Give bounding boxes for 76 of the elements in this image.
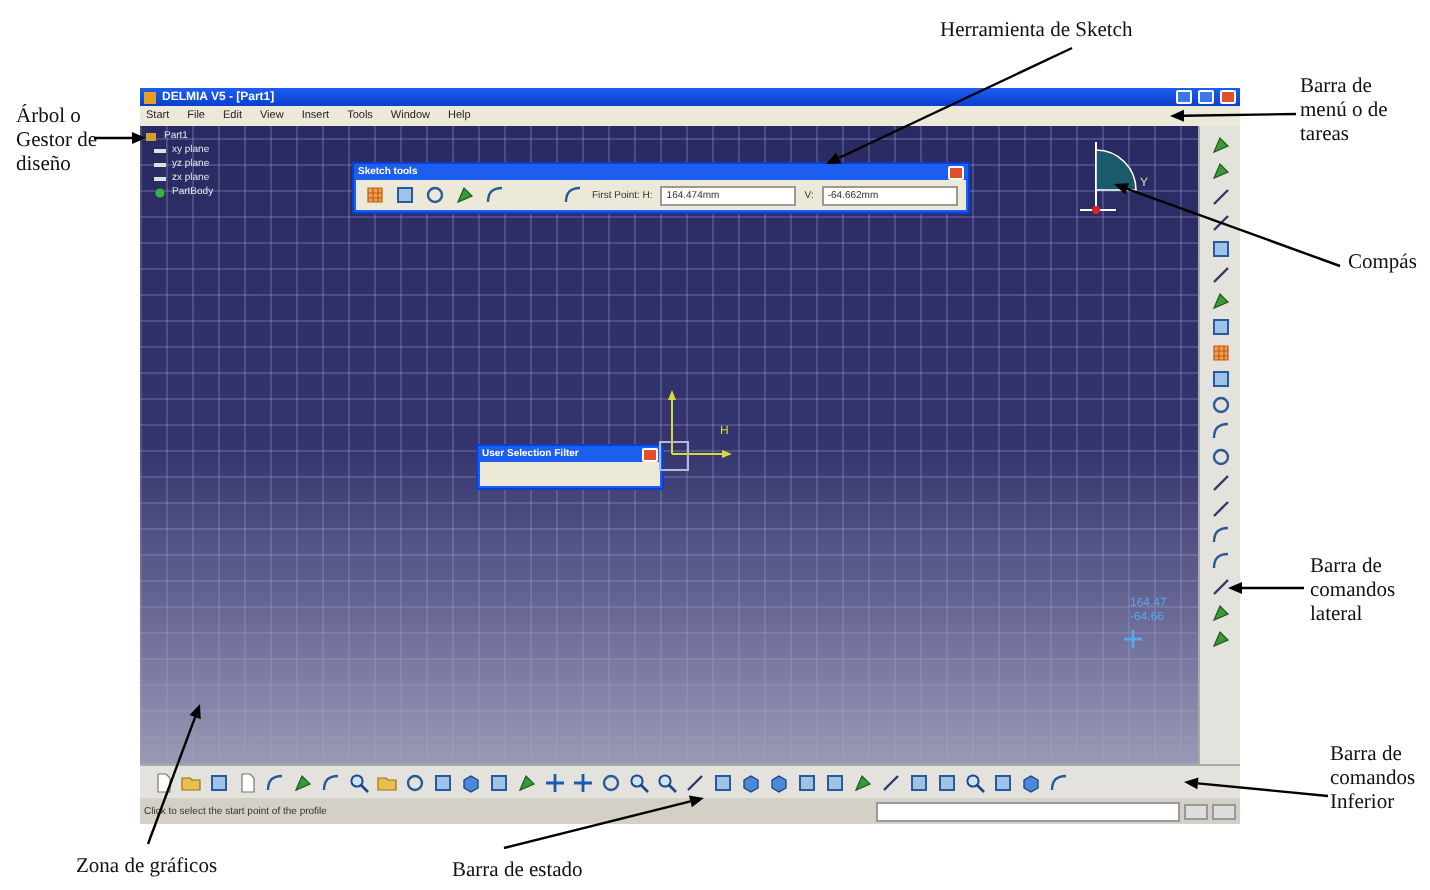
square-icon[interactable] bbox=[992, 771, 1014, 793]
annotation-label: Barra de comandos lateral bbox=[1310, 556, 1398, 628]
circle-icon[interactable] bbox=[1209, 446, 1231, 468]
square-icon[interactable] bbox=[712, 771, 734, 793]
annotation-label: Zona de gráficos bbox=[76, 856, 218, 880]
triangle-icon[interactable] bbox=[1209, 290, 1231, 312]
line-icon[interactable] bbox=[1209, 264, 1231, 286]
app-icon bbox=[144, 91, 156, 103]
grid-icon[interactable] bbox=[1209, 342, 1231, 364]
leader-arrow bbox=[1228, 582, 1304, 594]
square-icon[interactable] bbox=[394, 184, 416, 206]
square-icon[interactable] bbox=[796, 771, 818, 793]
maximize-button[interactable] bbox=[1198, 90, 1214, 104]
arc-icon[interactable] bbox=[1209, 524, 1231, 546]
command-field[interactable] bbox=[876, 801, 1180, 821]
arc-icon[interactable] bbox=[562, 184, 584, 206]
close-button[interactable] bbox=[947, 165, 964, 179]
leader-arrow bbox=[94, 132, 146, 144]
zoom-icon[interactable] bbox=[656, 771, 678, 793]
close-button[interactable] bbox=[642, 447, 658, 461]
triangle-icon[interactable] bbox=[852, 771, 874, 793]
circle-icon[interactable] bbox=[600, 771, 622, 793]
part-icon bbox=[144, 131, 160, 141]
line-icon[interactable] bbox=[1209, 472, 1231, 494]
triangle-icon[interactable] bbox=[454, 184, 476, 206]
triangle-icon[interactable] bbox=[1209, 628, 1231, 650]
move-arrows-icon[interactable] bbox=[544, 771, 566, 793]
arc-icon[interactable] bbox=[1048, 771, 1070, 793]
arc-icon[interactable] bbox=[1209, 420, 1231, 442]
close-button[interactable] bbox=[1220, 90, 1236, 104]
triangle-icon[interactable] bbox=[1209, 160, 1231, 182]
cursor-cross-icon bbox=[1124, 630, 1142, 648]
arc-icon[interactable] bbox=[264, 771, 286, 793]
square-icon[interactable] bbox=[1209, 368, 1231, 390]
line-icon[interactable] bbox=[684, 771, 706, 793]
square-icon[interactable] bbox=[432, 771, 454, 793]
grid-icon[interactable] bbox=[364, 184, 386, 206]
triangle-icon[interactable] bbox=[1209, 134, 1231, 156]
minimize-button[interactable] bbox=[1176, 90, 1192, 104]
triangle-icon[interactable] bbox=[292, 771, 314, 793]
square-icon[interactable] bbox=[1209, 316, 1231, 338]
arc-icon[interactable] bbox=[320, 771, 342, 793]
square-icon[interactable] bbox=[824, 771, 846, 793]
line-icon[interactable] bbox=[880, 771, 902, 793]
square-icon[interactable] bbox=[1209, 238, 1231, 260]
circle-icon[interactable] bbox=[1209, 394, 1231, 416]
circle-icon[interactable] bbox=[404, 771, 426, 793]
square-icon[interactable] bbox=[936, 771, 958, 793]
triangle-icon[interactable] bbox=[516, 771, 538, 793]
annotation-label: Barra de menú o de tareas bbox=[1300, 76, 1390, 148]
cube-icon[interactable] bbox=[460, 771, 482, 793]
cube-icon[interactable] bbox=[1020, 771, 1042, 793]
zoom-icon[interactable] bbox=[348, 771, 370, 793]
line-icon[interactable] bbox=[1209, 498, 1231, 520]
line-icon[interactable] bbox=[1209, 186, 1231, 208]
page-icon[interactable] bbox=[152, 771, 174, 793]
circle-icon[interactable] bbox=[424, 184, 446, 206]
square-icon[interactable] bbox=[208, 771, 230, 793]
annotation-label: Herramienta de Sketch bbox=[940, 20, 1133, 44]
zoom-icon[interactable] bbox=[964, 771, 986, 793]
square-icon[interactable] bbox=[908, 771, 930, 793]
line-icon[interactable] bbox=[1209, 576, 1231, 598]
leader-arrow bbox=[1170, 109, 1297, 122]
square-icon[interactable] bbox=[488, 771, 510, 793]
move-arrows-icon[interactable] bbox=[572, 771, 594, 793]
triangle-icon[interactable] bbox=[1209, 602, 1231, 624]
arc-icon[interactable] bbox=[1209, 550, 1231, 572]
annotation-label: Compás bbox=[1348, 252, 1417, 276]
annotation-label: Barra de estado bbox=[452, 860, 583, 884]
arc-icon[interactable] bbox=[484, 184, 506, 206]
cube-icon[interactable] bbox=[740, 771, 762, 793]
zoom-icon[interactable] bbox=[628, 771, 650, 793]
annotation-label: Barra de comandos Inferior bbox=[1330, 744, 1418, 816]
body-icon bbox=[152, 187, 168, 197]
line-icon[interactable] bbox=[1209, 212, 1231, 234]
cube-icon[interactable] bbox=[768, 771, 790, 793]
